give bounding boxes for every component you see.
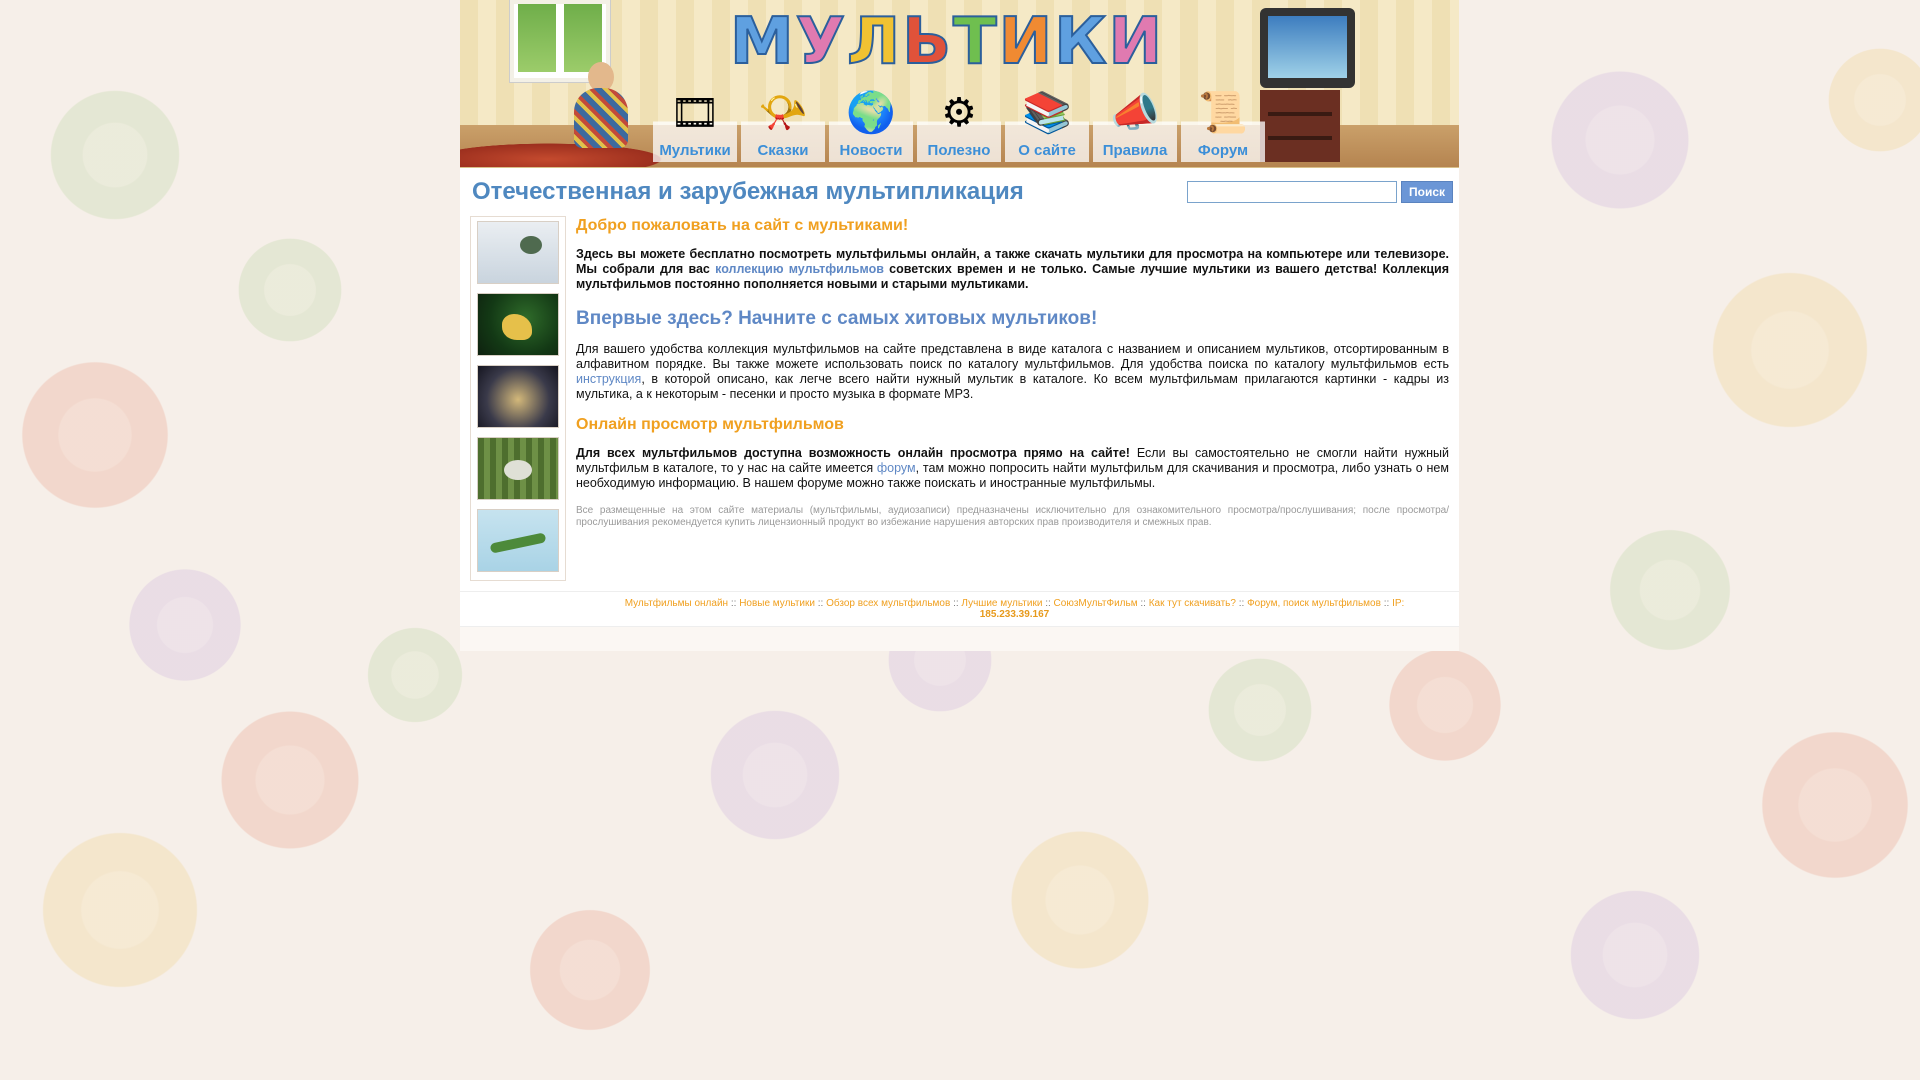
nav-item-label: Мультики — [659, 142, 731, 159]
wallpaper-flower — [1700, 260, 1880, 440]
wallpaper-flower — [30, 820, 210, 1000]
logo-letter: М — [729, 5, 795, 79]
site-header: МУЛЬТИКИ 🎞 Мультики 📯 Сказки 🌍 Новости ⚙ Полезн… — [460, 0, 1459, 168]
footer-separator: :: — [728, 598, 740, 609]
first-time-heading: Впервые здесь? Начните с самых хитовых м… — [576, 308, 1098, 329]
page-container: МУЛЬТИКИ 🎞 Мультики 📯 Сказки 🌍 Новости ⚙ Полезн… — [460, 0, 1459, 651]
nav-item[interactable]: ⚙ Полезно — [917, 88, 1001, 162]
nav-item-label: О сайте — [1018, 142, 1076, 159]
footer-separator: :: — [1042, 598, 1054, 609]
footer-separator: :: — [1380, 598, 1393, 609]
cartoon-thumbnail[interactable] — [477, 293, 559, 356]
nav-item[interactable]: 🎞 Мультики — [653, 88, 737, 162]
wallpaper-flower — [700, 700, 850, 850]
books-icon: 📚 — [1022, 91, 1072, 135]
footer-separator: :: — [1235, 598, 1248, 609]
nav-item[interactable]: 🌍 Новости — [829, 88, 913, 162]
logo-letter: Л — [846, 5, 901, 79]
footer-separator: :: — [814, 598, 827, 609]
wallpaper-flower — [1820, 40, 1920, 160]
main-content: Добро пожаловать на сайт с мультиками! З… — [460, 212, 1459, 591]
footer-link[interactable]: Как тут скачивать? — [1149, 598, 1236, 609]
cartoon-thumbnail[interactable] — [477, 365, 559, 428]
footer-link[interactable]: Новые мультики — [739, 598, 815, 609]
first-time-paragraph: Для вашего удобства коллекция мультфильм… — [576, 342, 1449, 401]
nav-item-label: Сказки — [757, 142, 809, 159]
cartoon-thumbnail[interactable] — [477, 221, 559, 284]
wallpaper-flower — [360, 620, 470, 730]
scroll-icon: 📜 — [1198, 91, 1248, 135]
gramophone-icon: 📯 — [758, 91, 808, 135]
bottom-strip — [460, 626, 1459, 651]
nav-item-label: Форум — [1197, 142, 1249, 159]
welcome-heading: Добро пожаловать на сайт с мультиками! — [576, 217, 909, 234]
welcome-paragraph: Здесь вы можете бесплатно посмотреть мул… — [576, 247, 1449, 291]
globe-icon: 🌍 — [846, 91, 896, 135]
wallpaper-flower — [1560, 880, 1710, 1030]
tv-illustration — [1260, 8, 1355, 88]
nav-item[interactable]: 📯 Сказки — [741, 88, 825, 162]
search-button[interactable]: Поиск — [1400, 181, 1453, 203]
wallpaper-flower — [1380, 640, 1510, 770]
footer-separator: :: — [1137, 598, 1149, 609]
instruction-link[interactable]: инструкция — [576, 372, 641, 386]
nav-item[interactable]: 📣 Правила — [1093, 88, 1177, 162]
footer-links: Мультфильмы онлайн :: Новые мультики :: … — [460, 591, 1459, 626]
megaphone-icon: 📣 — [1110, 91, 1160, 135]
nav-item-label: Правила — [1102, 142, 1168, 159]
online-heading: Онлайн просмотр мультфильмов — [576, 416, 844, 433]
nav-item[interactable]: 📚 О сайте — [1005, 88, 1089, 162]
child-illustration — [568, 62, 634, 162]
wallpaper-flower — [520, 900, 660, 1040]
wallpaper-flower — [40, 80, 190, 230]
footer-link[interactable]: Форум, поиск мультфильмов — [1247, 598, 1381, 609]
logo-letter: К — [1053, 5, 1107, 79]
wallpaper-flower — [230, 230, 350, 350]
wallpaper-flower — [120, 560, 250, 690]
ip-label: IP: — [1392, 598, 1405, 609]
search-input[interactable] — [1186, 181, 1397, 203]
wallpaper-flower — [210, 700, 370, 860]
logo-letter: И — [998, 5, 1054, 79]
logo-letter: У — [795, 5, 846, 79]
cartoon-thumbnail[interactable] — [477, 437, 559, 500]
cartoon-thumbnail[interactable] — [477, 509, 559, 572]
collection-link[interactable]: коллекцию мультфильмов — [715, 262, 884, 276]
site-logo[interactable]: МУЛЬТИКИ — [729, 5, 1164, 79]
film-reel-icon: 🎞 — [669, 91, 721, 135]
article-text: Добро пожаловать на сайт с мультиками! З… — [576, 216, 1449, 581]
main-nav: 🎞 Мультики 📯 Сказки 🌍 Новости ⚙ Полезно 📚 О сайте… — [653, 88, 1265, 162]
footer-separator: :: — [950, 598, 962, 609]
page-title: Отечественная и зарубежная мультипликаци… — [472, 178, 1024, 205]
copyright-disclaimer: Все размещенные на этом сайте материалы … — [576, 505, 1449, 528]
wallpaper-flower — [1000, 820, 1160, 980]
forum-link[interactable]: форум — [877, 461, 916, 475]
ip-address: 185.233.39.167 — [979, 609, 1050, 620]
nav-item-label: Новости — [839, 142, 903, 159]
footer-link[interactable]: Мультфильмы онлайн — [625, 598, 728, 609]
nav-item[interactable]: 📜 Форум — [1181, 88, 1265, 162]
search-form: Поиск — [1186, 181, 1453, 203]
online-paragraph: Для всех мультфильмов доступна возможнос… — [576, 446, 1450, 490]
wallpaper-flower — [1750, 720, 1920, 890]
footer-link[interactable]: СоюзМультФильм — [1054, 598, 1138, 609]
tv-stand-illustration — [1260, 90, 1340, 162]
logo-letter: Ь — [901, 5, 952, 79]
footer-link[interactable]: Обзор всех мультфильмов — [826, 598, 950, 609]
logo-letter: Т — [952, 5, 998, 79]
wallpaper-flower — [1200, 650, 1320, 770]
footer-link[interactable]: Лучшие мультики — [961, 598, 1042, 609]
wallpaper-flower — [1540, 60, 1700, 220]
title-bar: Отечественная и зарубежная мультипликаци… — [460, 168, 1459, 212]
wallpaper-flower — [10, 350, 180, 520]
wallpaper-flower — [1600, 520, 1740, 660]
nav-item-label: Полезно — [927, 142, 991, 159]
gear-icon: ⚙ — [941, 91, 977, 135]
thumbnail-column — [470, 216, 566, 581]
logo-letter: И — [1108, 5, 1164, 79]
